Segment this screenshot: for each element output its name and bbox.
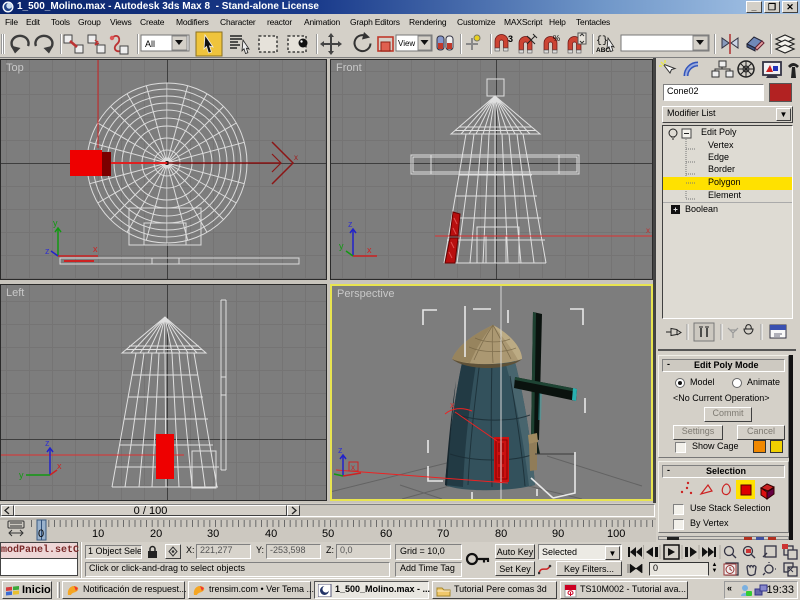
- svg-text:0: 0: [38, 528, 44, 540]
- svg-text:x: x: [646, 226, 650, 235]
- svg-text:y: y: [19, 470, 24, 480]
- svg-text:70: 70: [437, 528, 449, 540]
- svg-text:20: 20: [150, 528, 162, 540]
- svg-text:x: x: [57, 461, 62, 471]
- svg-text:View: View: [398, 39, 415, 48]
- svg-text:60: 60: [380, 528, 392, 540]
- svg-text:x: x: [367, 245, 372, 255]
- svg-text:90: 90: [552, 528, 564, 540]
- svg-text:3: 3: [508, 34, 513, 44]
- svg-text:y: y: [339, 241, 344, 251]
- svg-text:z: z: [338, 445, 343, 455]
- svg-text:z: z: [45, 246, 50, 256]
- svg-text:x: x: [351, 463, 355, 472]
- svg-text:y: y: [53, 218, 58, 228]
- svg-text:80: 80: [495, 528, 507, 540]
- svg-text:100: 100: [607, 528, 625, 540]
- svg-text:z: z: [348, 219, 353, 229]
- svg-text:10: 10: [92, 528, 104, 540]
- svg-text:x: x: [450, 400, 455, 410]
- svg-text:x: x: [294, 153, 298, 162]
- svg-text:All: All: [145, 39, 155, 49]
- svg-text:40: 40: [265, 528, 277, 540]
- svg-text:x: x: [93, 244, 98, 254]
- svg-text:50: 50: [322, 528, 334, 540]
- svg-text:%: %: [553, 34, 560, 43]
- svg-text:{}: {}: [596, 35, 608, 47]
- svg-text:30: 30: [207, 528, 219, 540]
- svg-text:z: z: [45, 438, 50, 448]
